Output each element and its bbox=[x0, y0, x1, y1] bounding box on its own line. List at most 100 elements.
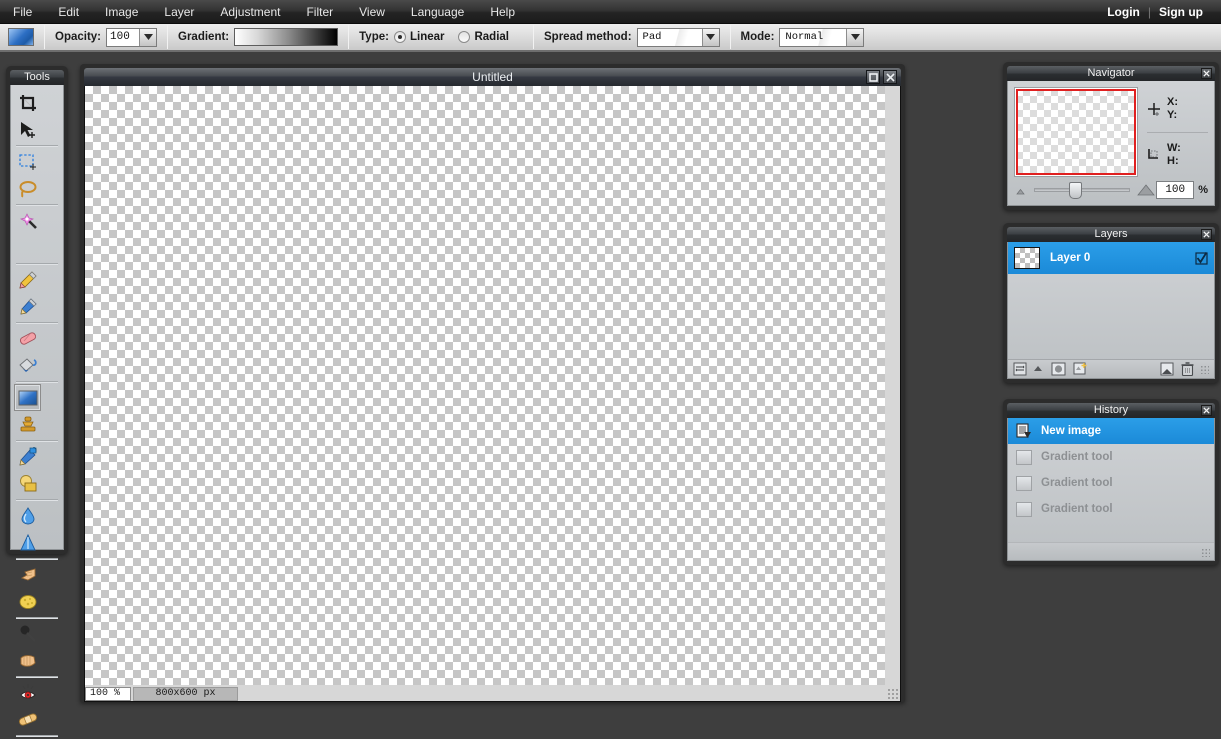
tool-sharpen[interactable] bbox=[14, 529, 41, 556]
history-panel-body: New image Gradient tool Gradient tool Gr… bbox=[1007, 418, 1215, 561]
history-step-icon-wrap bbox=[1015, 474, 1033, 492]
zoom-out-small-icon bbox=[1016, 188, 1025, 194]
layers-close-button[interactable] bbox=[1201, 229, 1212, 240]
opacity-label: Opacity: bbox=[55, 31, 102, 43]
signup-link[interactable]: Sign up bbox=[1151, 5, 1211, 19]
document-window-titlebar[interactable]: Untitled bbox=[84, 68, 901, 86]
spread-method-chevron-down-icon[interactable] bbox=[701, 28, 719, 46]
history-item-gradient-1[interactable]: Gradient tool bbox=[1008, 444, 1214, 470]
duplicate-layer-button[interactable] bbox=[1160, 362, 1174, 376]
gradient-preview-swatch[interactable] bbox=[234, 28, 339, 46]
gradient-label: Gradient: bbox=[178, 31, 230, 43]
new-layer-button[interactable] bbox=[1073, 362, 1088, 376]
tool-smudge[interactable] bbox=[14, 561, 41, 588]
tool-spot-heal[interactable] bbox=[14, 706, 41, 733]
navigator-zoom-input[interactable]: 100 bbox=[1156, 181, 1195, 199]
layer-mask-button[interactable] bbox=[1051, 362, 1066, 376]
tool-sponge[interactable] bbox=[14, 588, 41, 615]
paintbrush-icon bbox=[19, 298, 37, 315]
opacity-input[interactable] bbox=[107, 28, 140, 46]
new-layer-icon bbox=[1073, 362, 1087, 375]
layers-resize-grip-icon[interactable] bbox=[1200, 364, 1209, 374]
history-item-gradient-3[interactable]: Gradient tool bbox=[1008, 496, 1214, 522]
options-divider bbox=[729, 25, 731, 49]
type-option-radial[interactable]: Radial bbox=[458, 31, 509, 43]
menu-item-image[interactable]: Image bbox=[92, 2, 151, 22]
layer-visibility-checkbox[interactable] bbox=[1195, 251, 1208, 265]
water-drop-icon bbox=[21, 507, 34, 525]
layer-settings-button[interactable] bbox=[1013, 362, 1027, 376]
history-close-button[interactable] bbox=[1201, 405, 1212, 416]
tool-gradient[interactable] bbox=[14, 384, 41, 411]
close-button[interactable] bbox=[883, 70, 897, 84]
tool-red-eye[interactable] bbox=[14, 679, 41, 706]
spread-method-select[interactable]: Pad bbox=[636, 27, 720, 47]
history-item-gradient-2[interactable]: Gradient tool bbox=[1008, 470, 1214, 496]
navigator-close-button[interactable] bbox=[1201, 68, 1212, 79]
history-panel-title[interactable]: History bbox=[1007, 403, 1215, 418]
window-resize-grip-icon[interactable] bbox=[887, 688, 898, 699]
radio-linear-icon[interactable] bbox=[393, 31, 406, 43]
history-list: New image Gradient tool Gradient tool Gr… bbox=[1008, 418, 1214, 542]
menu-item-view[interactable]: View bbox=[346, 2, 398, 22]
menu-item-language[interactable]: Language bbox=[398, 2, 477, 22]
layer-thumbnail[interactable] bbox=[1014, 247, 1040, 269]
tool-replace-color[interactable] bbox=[14, 443, 41, 470]
tool-paint-bucket[interactable] bbox=[14, 352, 41, 379]
tool-marquee-select[interactable] bbox=[14, 148, 41, 175]
tool-dodge[interactable] bbox=[14, 620, 41, 647]
menu-item-help[interactable]: Help bbox=[477, 2, 528, 22]
tool-move[interactable] bbox=[14, 116, 41, 143]
document-canvas-area[interactable]: 100 % 800x600 px bbox=[84, 86, 901, 702]
zoom-slider-thumb[interactable] bbox=[1068, 182, 1082, 199]
radio-radial-icon[interactable] bbox=[458, 31, 471, 43]
blend-mode-select[interactable]: Normal bbox=[779, 27, 865, 47]
spread-method-value: Pad bbox=[637, 28, 702, 46]
navigator-thumbnail[interactable] bbox=[1014, 87, 1138, 177]
tools-panel-title[interactable]: Tools bbox=[10, 70, 64, 85]
login-link[interactable]: Login bbox=[1099, 5, 1148, 19]
maximize-button[interactable] bbox=[866, 70, 880, 84]
delete-layer-button[interactable] bbox=[1181, 361, 1194, 377]
navigator-panel-title[interactable]: Navigator bbox=[1007, 66, 1215, 81]
tool-brush[interactable] bbox=[14, 293, 41, 320]
tool-pencil[interactable] bbox=[14, 266, 41, 293]
navigator-view-rect[interactable] bbox=[1016, 89, 1136, 175]
layer-list: Layer 0 bbox=[1008, 242, 1214, 359]
image-editor-app: File Edit Image Layer Adjustment Filter … bbox=[0, 0, 1221, 739]
layers-panel: Layers Layer 0 bbox=[1003, 223, 1219, 383]
layers-panel-title[interactable]: Layers bbox=[1007, 227, 1215, 242]
status-zoom-level[interactable]: 100 % bbox=[85, 686, 131, 701]
menu-item-file[interactable]: File bbox=[0, 2, 45, 22]
menu-item-adjustment[interactable]: Adjustment bbox=[207, 2, 293, 22]
opacity-dropdown-arrow[interactable] bbox=[139, 28, 157, 46]
tool-drawing[interactable] bbox=[14, 470, 41, 497]
tool-burn[interactable] bbox=[14, 647, 41, 674]
shape-draw-icon bbox=[19, 475, 36, 492]
zoom-slider[interactable] bbox=[1034, 182, 1131, 199]
tool-magic-wand[interactable] bbox=[14, 207, 41, 234]
tool-crop[interactable] bbox=[14, 89, 41, 116]
tool-lasso[interactable] bbox=[14, 175, 41, 202]
history-item-new-image[interactable]: New image bbox=[1008, 418, 1214, 444]
history-step-icon-wrap bbox=[1015, 500, 1033, 518]
red-eye-icon bbox=[19, 684, 36, 699]
navigator-title-label: Navigator bbox=[1087, 67, 1135, 79]
canvas-transparent-layer[interactable] bbox=[85, 86, 885, 686]
cone-sharpen-icon bbox=[19, 533, 36, 551]
layer-row[interactable]: Layer 0 bbox=[1008, 242, 1214, 274]
opacity-stepper[interactable] bbox=[106, 27, 158, 47]
type-option-linear-label: Linear bbox=[409, 31, 445, 43]
menu-item-layer[interactable]: Layer bbox=[151, 2, 207, 22]
tool-blur[interactable] bbox=[14, 502, 41, 529]
blend-mode-chevron-down-icon[interactable] bbox=[846, 28, 864, 46]
tools-separator bbox=[14, 202, 60, 207]
history-resize-grip-icon[interactable] bbox=[1201, 548, 1210, 557]
menu-item-filter[interactable]: Filter bbox=[293, 2, 346, 22]
tool-eraser[interactable] bbox=[14, 325, 41, 352]
menu-item-edit[interactable]: Edit bbox=[45, 2, 92, 22]
layer-settings-expand-button[interactable] bbox=[1034, 366, 1042, 372]
type-option-linear[interactable]: Linear bbox=[393, 31, 445, 43]
tool-clone-stamp[interactable] bbox=[14, 411, 41, 438]
navigator-panel-body: X: Y: W: H: 100 % bbox=[1007, 81, 1215, 206]
